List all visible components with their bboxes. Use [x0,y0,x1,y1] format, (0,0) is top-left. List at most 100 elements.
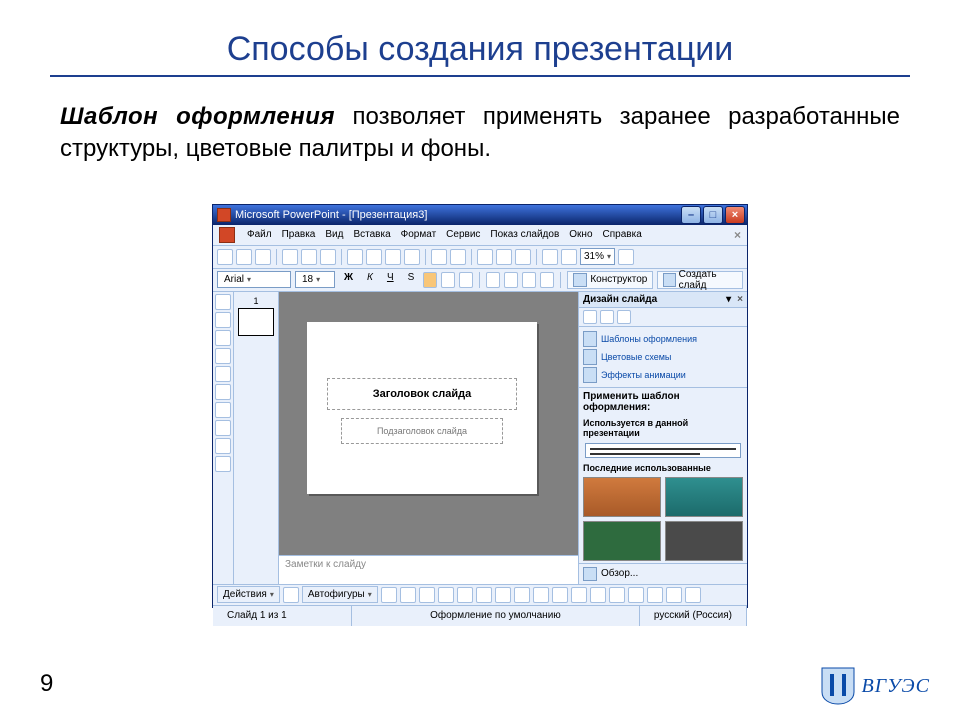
window-close-button[interactable]: × [725,206,745,224]
outline-tool-icon[interactable] [215,348,231,364]
menu-file[interactable]: Файл [247,229,272,240]
outline-tool-icon[interactable] [215,456,231,472]
mdi-close-button[interactable]: × [734,228,741,242]
font-name-combo[interactable]: Arial [217,271,291,288]
outline-tool-icon[interactable] [215,294,231,310]
template-thumb[interactable] [665,521,743,561]
title-placeholder[interactable]: Заголовок слайда [327,378,517,410]
clipart-icon[interactable] [514,587,530,603]
menu-window[interactable]: Окно [569,229,592,240]
link-design-templates[interactable]: Шаблоны оформления [583,330,743,348]
hyperlink-icon[interactable] [515,249,531,265]
slide-canvas[interactable]: Заголовок слайда Подзаголовок слайда [279,292,578,555]
table-icon[interactable] [496,249,512,265]
save-icon[interactable] [255,249,271,265]
actions-menu[interactable]: Действия [217,586,280,603]
redo-icon[interactable] [450,249,466,265]
link-animation[interactable]: Эффекты анимации [583,366,743,384]
shadow-button[interactable]: S [403,271,420,289]
menu-view[interactable]: Вид [325,229,343,240]
cut-icon[interactable] [347,249,363,265]
help-icon[interactable] [618,249,634,265]
numbering-icon[interactable] [504,272,518,288]
textbox-icon[interactable] [457,587,473,603]
template-thumb[interactable] [583,477,661,517]
task-pane-menu-icon[interactable]: ▾ [726,294,731,305]
pointer-icon[interactable] [283,587,299,603]
current-template-preview[interactable] [585,443,741,458]
line-color-icon[interactable] [571,587,587,603]
task-pane-close-button[interactable]: × [737,294,743,305]
rectangle-icon[interactable] [419,587,435,603]
menu-help[interactable]: Справка [603,229,642,240]
new-slide-button[interactable]: Создать слайд [657,271,743,289]
paste-icon[interactable] [385,249,401,265]
template-thumb[interactable] [665,477,743,517]
outline-tool-icon[interactable] [215,438,231,454]
line-icon[interactable] [381,587,397,603]
bullets-icon[interactable] [486,272,500,288]
window-minimize-button[interactable]: – [681,206,701,224]
browse-templates-button[interactable]: Обзор... [579,563,747,584]
outline-tool-icon[interactable] [215,312,231,328]
picture-icon[interactable] [533,587,549,603]
line-style-icon[interactable] [609,587,625,603]
outline-tool-icon[interactable] [215,420,231,436]
copy-icon[interactable] [366,249,382,265]
bold-button[interactable]: Ж [339,271,358,289]
indent-dec-icon[interactable] [522,272,536,288]
wordart-icon[interactable] [476,587,492,603]
outline-tool-icon[interactable] [215,402,231,418]
undo-icon[interactable] [431,249,447,265]
diagram-icon[interactable] [495,587,511,603]
italic-button[interactable]: К [362,271,378,289]
new-icon[interactable] [217,249,233,265]
chart-icon[interactable] [477,249,493,265]
forward-icon[interactable] [600,310,614,324]
spellcheck-icon[interactable] [320,249,336,265]
back-icon[interactable] [583,310,597,324]
align-right-icon[interactable] [459,272,473,288]
notes-pane[interactable]: Заметки к слайду [279,555,578,584]
menu-format[interactable]: Формат [401,229,437,240]
window-title-bar[interactable]: Microsoft PowerPoint - [Презентация3] – … [213,205,747,225]
align-center-icon[interactable] [441,272,455,288]
dash-style-icon[interactable] [628,587,644,603]
window-maximize-button[interactable]: □ [703,206,723,224]
slide-thumbnail[interactable] [238,308,274,336]
preview-icon[interactable] [301,249,317,265]
outline-tool-icon[interactable] [215,330,231,346]
link-color-schemes[interactable]: Цветовые схемы [583,348,743,366]
task-pane-header[interactable]: Дизайн слайда ▾ × [579,292,747,308]
3d-style-icon[interactable] [685,587,701,603]
editing-slide[interactable]: Заголовок слайда Подзаголовок слайда [307,322,537,494]
outline-tool-icon[interactable] [215,384,231,400]
oval-icon[interactable] [438,587,454,603]
designer-button[interactable]: Конструктор [567,271,653,289]
status-language[interactable]: русский (Россия) [640,606,747,626]
fill-color-icon[interactable] [552,587,568,603]
font-color-icon[interactable] [590,587,606,603]
zoom-combo[interactable]: 31% [580,248,615,265]
open-icon[interactable] [236,249,252,265]
subtitle-placeholder[interactable]: Подзаголовок слайда [341,418,503,444]
align-left-icon[interactable] [423,272,437,288]
font-size-combo[interactable]: 18 [295,271,335,288]
indent-inc-icon[interactable] [540,272,554,288]
home-icon[interactable] [617,310,631,324]
shadow-style-icon[interactable] [666,587,682,603]
arrow-icon[interactable] [400,587,416,603]
expand-icon[interactable] [542,249,558,265]
format-painter-icon[interactable] [404,249,420,265]
menu-insert[interactable]: Вставка [353,229,390,240]
menu-edit[interactable]: Правка [282,229,316,240]
outline-tool-icon[interactable] [215,366,231,382]
grayscale-icon[interactable] [561,249,577,265]
arrow-style-icon[interactable] [647,587,663,603]
print-icon[interactable] [282,249,298,265]
menu-slideshow[interactable]: Показ слайдов [490,229,559,240]
template-thumb[interactable] [583,521,661,561]
underline-button[interactable]: Ч [382,271,399,289]
autoshapes-menu[interactable]: Автофигуры [302,586,378,603]
menu-tools[interactable]: Сервис [446,229,480,240]
